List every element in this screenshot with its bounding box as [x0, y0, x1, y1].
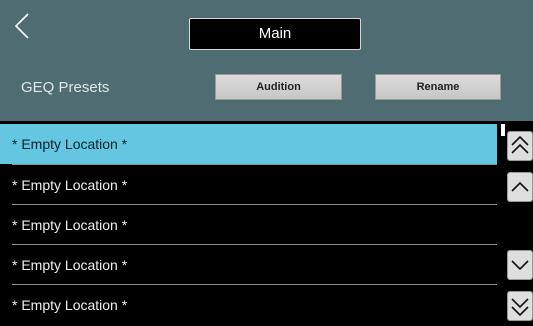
back-button[interactable] [10, 8, 38, 44]
chevron-down-icon [511, 260, 529, 271]
audition-button[interactable]: Audition [215, 74, 342, 100]
chevron-left-icon [14, 13, 29, 39]
scroll-up-button[interactable] [507, 172, 533, 202]
list-item[interactable]: * Empty Location * [0, 165, 497, 205]
list-item[interactable]: * Empty Location * [0, 205, 497, 245]
scroll-top-button[interactable] [507, 131, 533, 161]
section-label: GEQ Presets [21, 79, 110, 96]
double-chevron-up-icon [511, 135, 529, 154]
list-item[interactable]: * Empty Location * [0, 285, 497, 325]
preset-list: * Empty Location * * Empty Location * * … [0, 124, 497, 326]
scroll-down-button[interactable] [507, 250, 533, 280]
scrollbar-thumb[interactable] [501, 124, 505, 136]
list-item[interactable]: * Empty Location * [0, 245, 497, 285]
rename-button[interactable]: Rename [375, 74, 501, 100]
scroll-bottom-button[interactable] [507, 291, 533, 321]
geq-presets-screen: Main GEQ Presets Audition Rename * Empty… [0, 0, 533, 326]
double-chevron-down-icon [511, 298, 529, 317]
header-bar: Main GEQ Presets Audition Rename [0, 0, 533, 121]
page-title[interactable]: Main [189, 18, 361, 50]
chevron-up-icon [511, 181, 529, 192]
list-item[interactable]: * Empty Location * [0, 124, 497, 164]
